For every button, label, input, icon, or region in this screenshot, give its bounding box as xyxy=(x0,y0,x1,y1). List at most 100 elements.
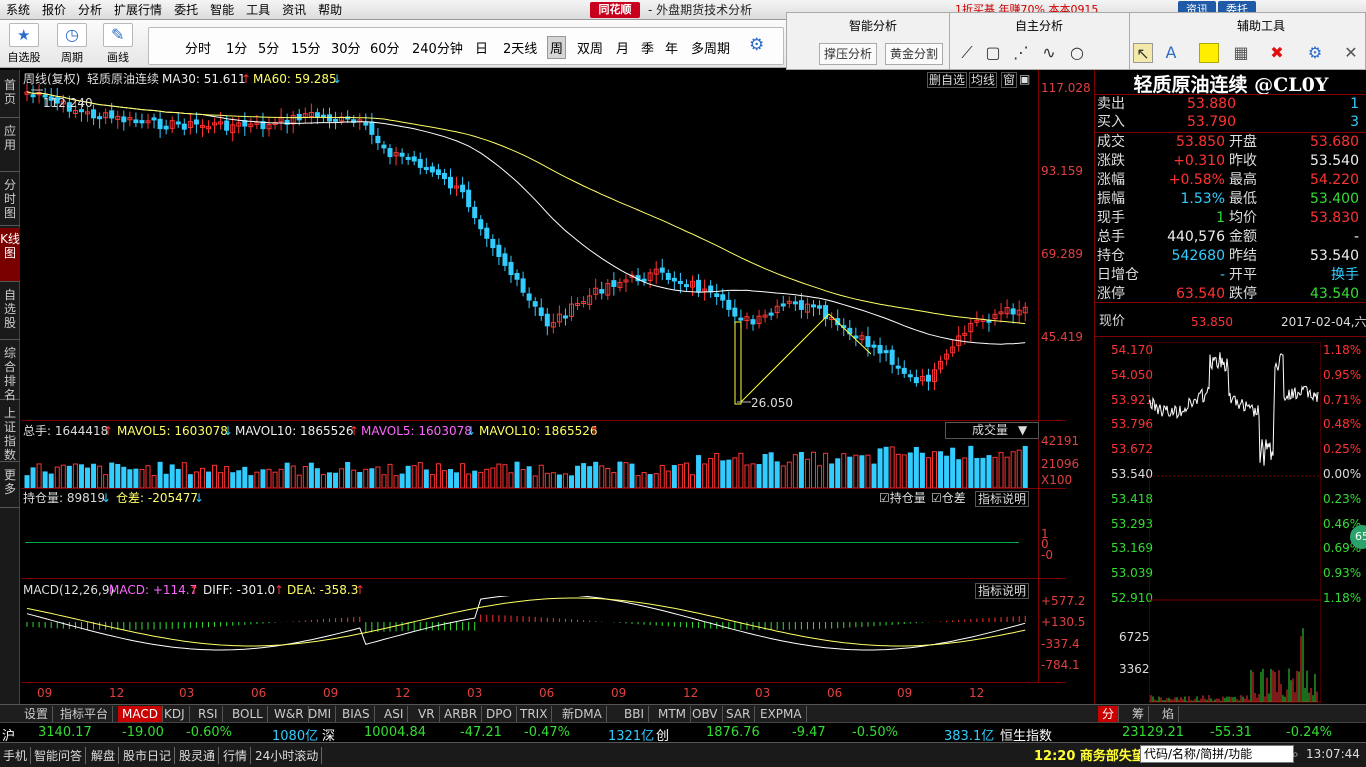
menu-news[interactable]: 资讯 xyxy=(276,0,312,20)
wave-tool-icon[interactable]: ∿ xyxy=(1039,43,1059,63)
period-tab[interactable]: 双周 xyxy=(577,38,603,57)
period-tab[interactable]: 年 xyxy=(665,38,678,57)
indicator-tab[interactable]: MACD xyxy=(118,706,163,722)
left-tab-bar: 首页 应用 分时图 K线图 自选股 综合排名 上证指数 更多 xyxy=(0,70,20,704)
period-tab[interactable]: 30分 xyxy=(331,38,361,57)
delete-icon[interactable]: ✖ xyxy=(1267,43,1287,63)
indicator-tab[interactable]: BOLL xyxy=(228,706,268,722)
indicator-help-button[interactable]: 指标说明 xyxy=(975,491,1030,507)
tab-timeshare[interactable]: 分时图 xyxy=(0,174,20,226)
tab-chips[interactable]: 筹 xyxy=(1128,706,1150,722)
indicator-tab[interactable]: DMI xyxy=(304,706,337,722)
tab-apps[interactable]: 应用 xyxy=(0,120,20,172)
tab-flame[interactable]: 焰 xyxy=(1158,706,1180,722)
volume-bar xyxy=(490,467,496,488)
indicator-tab[interactable]: 设置 xyxy=(20,706,54,722)
kline-chart-area[interactable]: 周线(复权) 轻质原油连续 MA30: 51.611 ↑ MA60: 59.28… xyxy=(21,70,1091,704)
draw-button[interactable]: ✎ 画线 xyxy=(98,23,138,65)
volume-bar xyxy=(387,463,393,488)
period-tab[interactable]: 5分 xyxy=(258,38,279,57)
menu-system[interactable]: 系统 xyxy=(0,0,36,20)
indicator-tab[interactable]: TRIX xyxy=(516,706,553,722)
period-tab[interactable]: 2天线 xyxy=(503,38,537,57)
cursor-icon[interactable]: ↖ xyxy=(1133,43,1153,63)
volume-bar xyxy=(641,472,647,488)
period-tab-active[interactable]: 周 xyxy=(547,36,567,59)
tab-sh-index[interactable]: 上证指数 xyxy=(0,402,20,462)
period-tab[interactable]: 分时 xyxy=(185,38,211,57)
candlestick-plot xyxy=(24,84,1028,405)
indicator-tab[interactable]: W&R xyxy=(270,706,309,722)
oi-checkbox[interactable]: ☑持仓量 xyxy=(879,491,926,505)
golden-section-button[interactable]: 黄金分割 xyxy=(885,43,944,65)
menu-trade[interactable]: 委托 xyxy=(168,0,204,20)
period-tab[interactable]: 多周期 xyxy=(691,38,730,57)
menu-extended[interactable]: 扩展行情 xyxy=(108,0,168,20)
search-icon[interactable]: ⌕ xyxy=(1292,747,1299,762)
period-tab[interactable]: 日 xyxy=(475,38,488,57)
status-quotes[interactable]: 行情 xyxy=(220,747,252,764)
indicator-tab[interactable]: ARBR xyxy=(440,706,483,722)
volume-bar xyxy=(193,471,199,488)
volume-bar xyxy=(1010,451,1016,488)
text-tool-icon[interactable]: A xyxy=(1161,43,1181,63)
period-tab[interactable]: 15分 xyxy=(291,38,321,57)
tab-ranking[interactable]: 综合排名 xyxy=(0,342,20,402)
volume-bar xyxy=(544,472,550,488)
news-headline[interactable]: 12:20 商务部失望 xyxy=(1034,745,1145,764)
menu-analysis[interactable]: 分析 xyxy=(72,0,108,20)
channel-tool-icon[interactable]: ⋰ xyxy=(1011,43,1031,63)
mavol5-label-b: MAVOL5: 1603078 xyxy=(361,424,472,438)
status-24h[interactable]: 24小时滚动 xyxy=(252,747,323,764)
gear-icon[interactable]: ⚙ xyxy=(749,35,764,55)
indicator-tab[interactable]: VR xyxy=(414,706,440,722)
oi-diff-checkbox[interactable]: ☑仓差 xyxy=(931,491,966,505)
status-review[interactable]: 解盘 xyxy=(88,747,120,764)
indicator-tab[interactable]: KDJ xyxy=(160,706,190,722)
indicator-tab[interactable]: BBI xyxy=(620,706,650,722)
color-picker-icon[interactable] xyxy=(1199,43,1219,63)
pressure-analysis-button[interactable]: 撑压分析 xyxy=(819,43,878,65)
search-input[interactable]: 代码/名称/简拼/功能 xyxy=(1140,745,1294,763)
indicator-tab[interactable]: BIAS xyxy=(338,706,375,722)
indicator-dropdown[interactable]: 成交量 ▼ xyxy=(945,422,1039,439)
low-price-label: 26.050 xyxy=(751,396,793,410)
tab-home[interactable]: 首页 xyxy=(0,74,20,118)
settings-icon[interactable]: ⚙ xyxy=(1305,43,1325,63)
indicator-tab[interactable]: DPO xyxy=(482,706,517,722)
tab-more[interactable]: 更多 xyxy=(0,464,20,508)
period-button[interactable]: ◷ 周期 xyxy=(52,23,92,65)
menu-quote[interactable]: 报价 xyxy=(36,0,72,20)
rect-tool-icon[interactable]: ▢ xyxy=(983,43,1003,63)
volume-bar xyxy=(290,465,296,488)
period-tab[interactable]: 240分钟 xyxy=(412,38,463,57)
indicator-tab[interactable]: 指标平台 xyxy=(56,706,114,722)
indicator-tab[interactable]: ASI xyxy=(380,706,409,722)
menu-help[interactable]: 帮助 xyxy=(312,0,348,20)
tab-watchlist[interactable]: 自选股 xyxy=(0,284,20,340)
indicator-tab[interactable]: SAR xyxy=(722,706,756,722)
tab-kline[interactable]: K线图 xyxy=(0,228,20,282)
close-icon[interactable]: ✕ xyxy=(1341,43,1361,63)
status-qa[interactable]: 智能问答 xyxy=(31,747,87,764)
line-tool-icon[interactable]: ⟋ xyxy=(957,43,977,63)
period-tab[interactable]: 60分 xyxy=(370,38,400,57)
menu-tools[interactable]: 工具 xyxy=(240,0,276,20)
indicator-tab[interactable]: RSI xyxy=(194,706,223,722)
indicator-tab[interactable]: EXPMA xyxy=(756,706,807,722)
indicator-tab[interactable]: 新DMA xyxy=(558,706,607,722)
candle xyxy=(526,293,532,301)
tab-timeshare-small[interactable]: 分 xyxy=(1098,706,1120,722)
period-tab[interactable]: 1分 xyxy=(226,38,247,57)
save-icon[interactable]: ▦ xyxy=(1231,43,1251,63)
period-tab[interactable]: 季 xyxy=(641,38,654,57)
ellipse-tool-icon[interactable]: ○ xyxy=(1067,43,1087,63)
status-gltong[interactable]: 股灵通 xyxy=(176,747,220,764)
indicator-tab[interactable]: MTM xyxy=(654,706,692,722)
status-diary[interactable]: 股市日记 xyxy=(120,747,176,764)
watchlist-button[interactable]: ★ 自选股 xyxy=(4,23,44,65)
period-tab[interactable]: 月 xyxy=(616,38,629,57)
status-mobile[interactable]: 手机 xyxy=(0,747,32,764)
indicator-tab[interactable]: OBV xyxy=(688,706,723,722)
menu-smart[interactable]: 智能 xyxy=(204,0,240,20)
